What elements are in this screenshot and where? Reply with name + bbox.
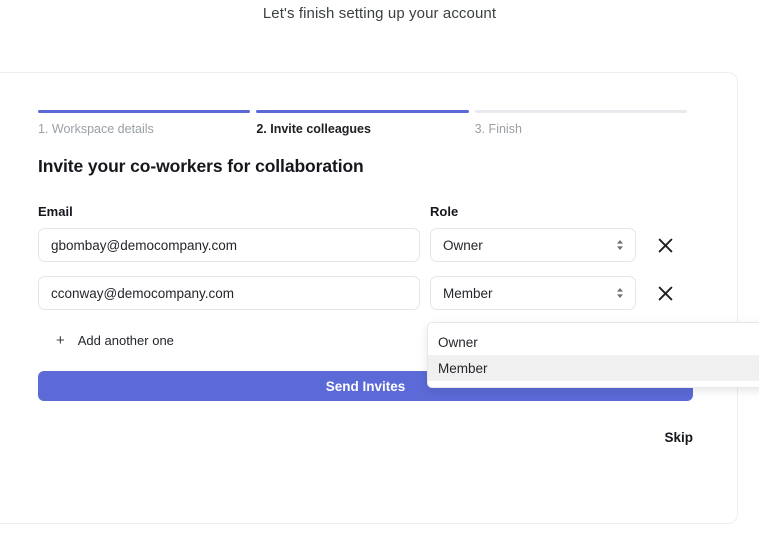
invite-row: Owner (38, 228, 693, 262)
skip-link[interactable]: Skip (664, 430, 693, 445)
role-option-owner[interactable]: Owner (428, 329, 759, 355)
section-title: Invite your co-workers for collaboration (38, 156, 364, 176)
role-select[interactable]: Member (430, 276, 636, 310)
field-labels-row: Email Role (38, 204, 693, 219)
up-down-stepper-icon (615, 237, 625, 253)
stepper-step-finish[interactable]: 3. Finish (474, 110, 693, 136)
remove-invite-button[interactable] (654, 282, 676, 304)
step-progress-bar (38, 110, 251, 113)
stepper-step-label: 2. Invite colleagues (256, 122, 371, 136)
role-option-member[interactable]: Member (428, 355, 759, 381)
stepper-step-workspace-details[interactable]: 1. Workspace details (38, 110, 256, 136)
email-input[interactable] (38, 228, 420, 262)
remove-invite-button[interactable] (654, 234, 676, 256)
step-progress-bar (256, 110, 469, 113)
role-select-value: Member (443, 285, 493, 301)
plus-icon: + (56, 332, 65, 349)
onboarding-stepper: 1. Workspace details 2. Invite colleague… (38, 110, 693, 136)
step-progress-bar (474, 110, 687, 113)
close-icon (658, 286, 672, 300)
role-select[interactable]: Owner (430, 228, 636, 262)
invite-row: Member (38, 276, 693, 310)
email-input[interactable] (38, 276, 420, 310)
role-dropdown-menu: Owner Member (427, 322, 759, 388)
skip-row: Skip (38, 429, 693, 447)
role-select-value: Owner (443, 237, 483, 253)
add-another-invite-button[interactable]: + Add another one (54, 329, 176, 352)
up-down-stepper-icon (615, 285, 625, 301)
onboarding-card: 1. Workspace details 2. Invite colleague… (0, 72, 738, 524)
stepper-step-label: 3. Finish (474, 122, 522, 136)
add-another-label: Add another one (77, 333, 174, 348)
page-title: Let's finish setting up your account (262, 5, 497, 22)
invite-rows: Owner Member (38, 228, 693, 310)
card-content: 1. Workspace details 2. Invite colleague… (38, 110, 693, 447)
stepper-step-label: 1. Workspace details (38, 122, 154, 136)
stepper-step-invite-colleagues[interactable]: 2. Invite colleagues (256, 110, 474, 136)
email-column-label: Email (38, 204, 73, 219)
role-column-label: Role (430, 204, 459, 219)
close-icon (658, 238, 672, 252)
